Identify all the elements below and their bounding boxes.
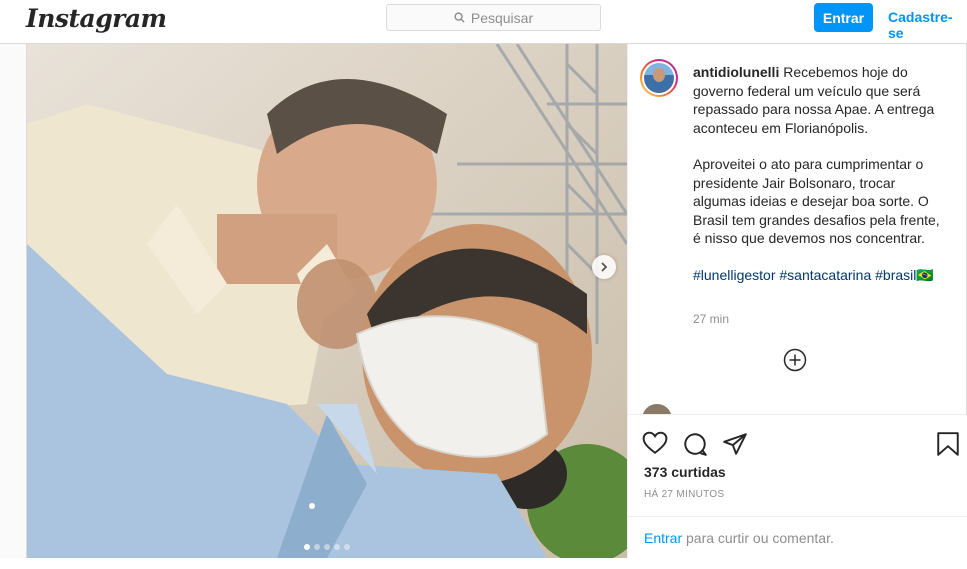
comment-login-link[interactable]: Entrar [644, 530, 682, 546]
comment-prompt: Entrar para curtir ou comentar. [628, 516, 967, 559]
bookmark-icon[interactable] [936, 431, 960, 462]
send-icon[interactable] [722, 431, 748, 462]
login-button[interactable]: Entrar [814, 3, 873, 32]
search-placeholder: Pesquisar [470, 9, 534, 26]
avatar[interactable] [640, 59, 678, 97]
caption-username[interactable]: antidiolunelli [693, 64, 779, 80]
comment-avatar[interactable] [642, 404, 672, 414]
caption-hashtags[interactable]: #lunelligestor #santacatarina #brasil🇧🇷 [693, 266, 943, 285]
carousel-dot [314, 544, 320, 550]
post-time: HÁ 27 MINUTOS [644, 489, 725, 500]
top-bar: Instagram Pesquisar Entrar Cadastre-se [0, 0, 967, 44]
carousel-dot [304, 544, 310, 550]
signup-link[interactable]: Cadastre-se [888, 9, 967, 41]
comment-prompt-text: para curtir ou comentar. [682, 530, 834, 546]
chevron-right-icon [601, 262, 608, 272]
comment-icon[interactable] [682, 431, 708, 462]
likes-count[interactable]: 373 curtidas [644, 464, 726, 480]
post-card: antidiolunelli Recebemos hoje do governo… [26, 44, 967, 558]
search-input[interactable]: Pesquisar [386, 4, 601, 31]
caption-time: 27 min [693, 312, 730, 326]
footer-strip [0, 558, 967, 569]
carousel-dots [304, 544, 350, 550]
plus-circle-icon[interactable] [783, 348, 807, 377]
heart-icon[interactable] [642, 431, 668, 460]
caption-text-2: Aproveitei o ato para cumprimentar o pre… [693, 156, 940, 246]
instagram-logo[interactable]: Instagram [26, 4, 167, 33]
post-actions: 373 curtidas HÁ 27 MINUTOS Entrar para c… [628, 414, 967, 558]
carousel-dot [334, 544, 340, 550]
next-button[interactable] [592, 255, 616, 279]
post-photo[interactable] [27, 44, 627, 558]
selfie-photo [27, 44, 627, 558]
post-sidebar: antidiolunelli Recebemos hoje do governo… [627, 44, 967, 558]
post-caption: antidiolunelli Recebemos hoje do governo… [693, 63, 943, 284]
search-icon [454, 12, 465, 23]
carousel-dot [344, 544, 350, 550]
carousel-dot [324, 544, 330, 550]
caption-area: antidiolunelli Recebemos hoje do governo… [628, 44, 967, 414]
